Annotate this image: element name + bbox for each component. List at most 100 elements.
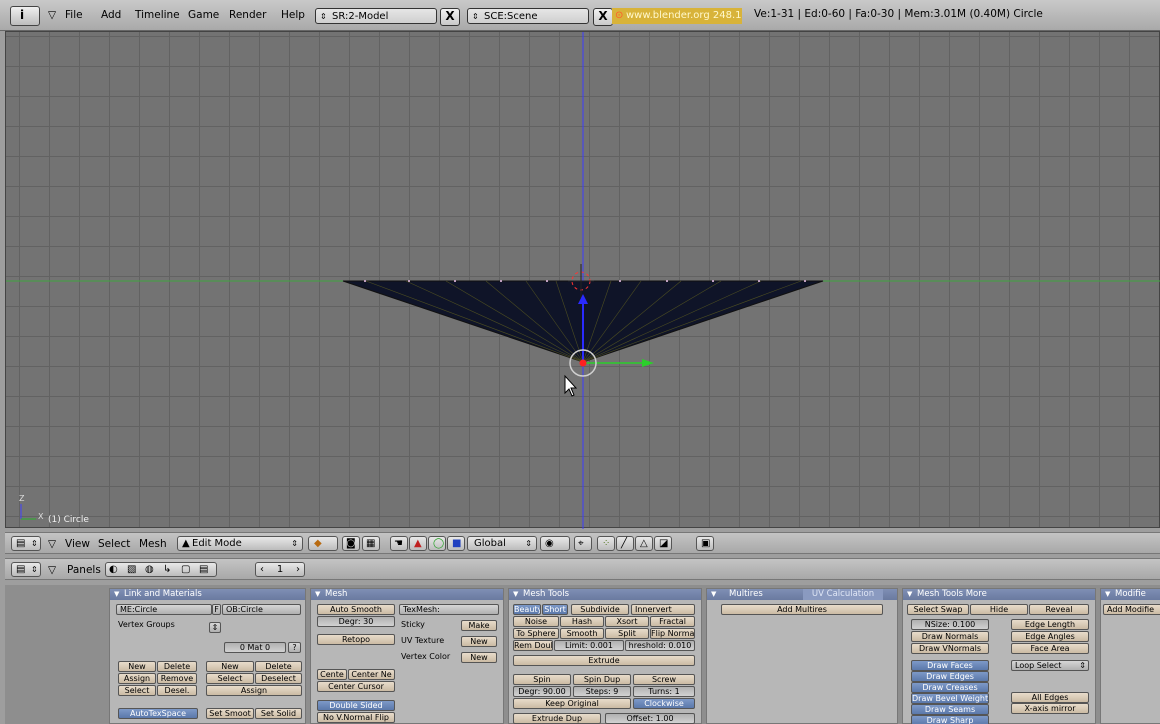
autotexspace-toggle[interactable]: AutoTexSpace [118,708,198,719]
draw-edges-toggle[interactable]: Draw Edges [911,671,989,682]
spin-button[interactable]: Spin [513,674,571,685]
editor-type-icon[interactable]: ▤ ⇕ [11,536,41,551]
keep-original-toggle[interactable]: Keep Original [513,698,631,709]
draw-sharp-toggle[interactable]: Draw Sharp [911,715,989,724]
blender-site-link[interactable]: ⊙ www.blender.org 248.1 [612,8,742,24]
center-cursor-button[interactable]: Center Cursor [317,681,395,692]
collapse-menu-icon[interactable]: ▽ [48,9,56,21]
loop-select-dropdown[interactable]: Loop Select ⇕ [1011,660,1089,671]
fractal-button[interactable]: Fractal [650,616,695,627]
hash-button[interactable]: Hash [560,616,604,627]
reveal-button[interactable]: Reveal [1029,604,1089,615]
steps-field[interactable]: Steps: 9 [573,686,631,697]
logic-context-icon[interactable]: ◐ [109,563,118,576]
vertex-select-icon[interactable]: ⁘ [597,536,615,551]
extrude-button[interactable]: Extrude [513,655,695,666]
rotate-manipulator-icon[interactable]: ◯ [428,536,446,551]
split-button[interactable]: Split [605,628,649,639]
menu-select[interactable]: Select [98,538,130,550]
mat-new-button[interactable]: New [206,661,254,672]
buttons-editor-type-icon[interactable]: ▤ ⇕ [11,562,41,577]
scene-select-field[interactable]: ⇕ SCE:Scene [467,8,589,24]
layers-icon[interactable]: ▦ [362,536,380,551]
add-modifier-button[interactable]: Add Modifie [1103,604,1160,615]
turns-field[interactable]: Turns: 1 [633,686,695,697]
tab-uv-calculation[interactable]: UV Calculation [803,589,883,600]
xsort-button[interactable]: Xsort [605,616,649,627]
auto-smooth-toggle[interactable]: Auto Smooth [317,604,395,615]
render-preview-icon[interactable]: ▣ [696,536,714,551]
edge-length-toggle[interactable]: Edge Length [1011,619,1089,630]
viewport-shading-icon[interactable]: ◙ [342,536,360,551]
delete-screen-button[interactable]: X [440,8,460,26]
hand-pan-icon[interactable]: ☚ [390,536,408,551]
screen-select-field[interactable]: ⇕ SR:2-Model [315,8,437,24]
material-help-button[interactable]: ? [288,642,301,653]
vg-new-button[interactable]: New [118,661,156,672]
menu-add[interactable]: Add [101,9,121,21]
double-sided-toggle[interactable]: Double Sided [317,700,395,711]
buttons-collapse-icon[interactable]: ▽ [48,564,56,576]
texmesh-field[interactable]: TexMesh: [399,604,499,615]
draw-normals-toggle[interactable]: Draw Normals [911,631,989,642]
translate-manipulator-icon[interactable]: ▲ [409,536,427,551]
edge-select-icon[interactable]: ╱ [616,536,634,551]
to-sphere-button[interactable]: To Sphere [513,628,559,639]
menu-view[interactable]: View [65,538,90,550]
vg-assign-button[interactable]: Assign [118,673,156,684]
panels-menu[interactable]: Panels [67,564,101,576]
snap-icon[interactable]: ⌖ [574,536,592,551]
scene-browse-icon[interactable]: ⇕ [472,9,479,25]
smooth-button[interactable]: Smooth [560,628,604,639]
draw-faces-toggle[interactable]: Draw Faces [911,660,989,671]
spin-dup-button[interactable]: Spin Dup [573,674,631,685]
delete-scene-button[interactable]: X [593,8,613,26]
orientation-select[interactable]: Global ⇕ [467,536,537,551]
offset-field[interactable]: Offset: 1.00 [605,713,695,724]
limit-field[interactable]: Limit: 0.001 [554,640,624,651]
mat-deselect-button[interactable]: Deselect [255,673,302,684]
set-smooth-button[interactable]: Set Smoot [206,708,254,719]
beauty-toggle[interactable]: Beauty [513,604,541,615]
draw-vnormals-toggle[interactable]: Draw VNormals [911,643,989,654]
script-context-icon[interactable]: ▧ [127,563,136,576]
menu-render[interactable]: Render [229,9,266,21]
short-toggle[interactable]: Short [542,604,568,615]
fake-user-button[interactable]: F [212,604,221,615]
object-context-icon[interactable]: ↳ [163,563,171,576]
frame-decrement-icon[interactable]: ‹ [260,563,264,576]
vg-deselect-button[interactable]: Desel. [157,685,197,696]
set-solid-button[interactable]: Set Solid [255,708,302,719]
panel-header[interactable]: ▼ Link and Materials [110,589,305,600]
auto-smooth-degree-field[interactable]: Degr: 30 [317,616,395,627]
center-new-button[interactable]: Center Ne [348,669,395,680]
menu-file[interactable]: File [65,9,83,21]
face-area-toggle[interactable]: Face Area [1011,643,1089,654]
no-v-normal-flip-toggle[interactable]: No V.Normal Flip [317,712,395,723]
threshold-field[interactable]: hreshold: 0.010 [625,640,695,651]
clockwise-toggle[interactable]: Clockwise [633,698,695,709]
shading-context-icon[interactable]: ◍ [145,563,154,576]
mat-select-button[interactable]: Select [206,673,254,684]
remove-doubles-button[interactable]: Rem Doub [513,640,553,651]
screen-browse-icon[interactable]: ⇕ [320,9,327,25]
vg-select-button[interactable]: Select [118,685,156,696]
menu-help[interactable]: Help [281,9,305,21]
scene-context-icon[interactable]: ▤ [199,563,208,576]
normal-size-field[interactable]: NSize: 0.100 [911,619,989,630]
vertex-group-browse-button[interactable]: ⇕ [209,622,221,633]
vertex-color-new-button[interactable]: New [461,652,497,663]
retopo-toggle[interactable]: Retopo [317,634,395,645]
window-type-icon[interactable]: i [10,6,40,26]
panel-header[interactable]: ▼ Mesh Tools [509,589,701,600]
all-edges-toggle[interactable]: All Edges [1011,692,1089,703]
frame-increment-icon[interactable]: › [296,563,300,576]
noise-button[interactable]: Noise [513,616,559,627]
mat-assign-button[interactable]: Assign [206,685,302,696]
subdivide-button[interactable]: Subdivide [571,604,629,615]
pivot-select[interactable]: ◉ [540,536,570,551]
panel-header[interactable]: ▼ Modifie [1101,589,1160,600]
select-swap-button[interactable]: Select Swap [907,604,969,615]
innervert-select[interactable]: Innervert [631,604,695,615]
flip-normals-button[interactable]: Flip Norma [650,628,695,639]
